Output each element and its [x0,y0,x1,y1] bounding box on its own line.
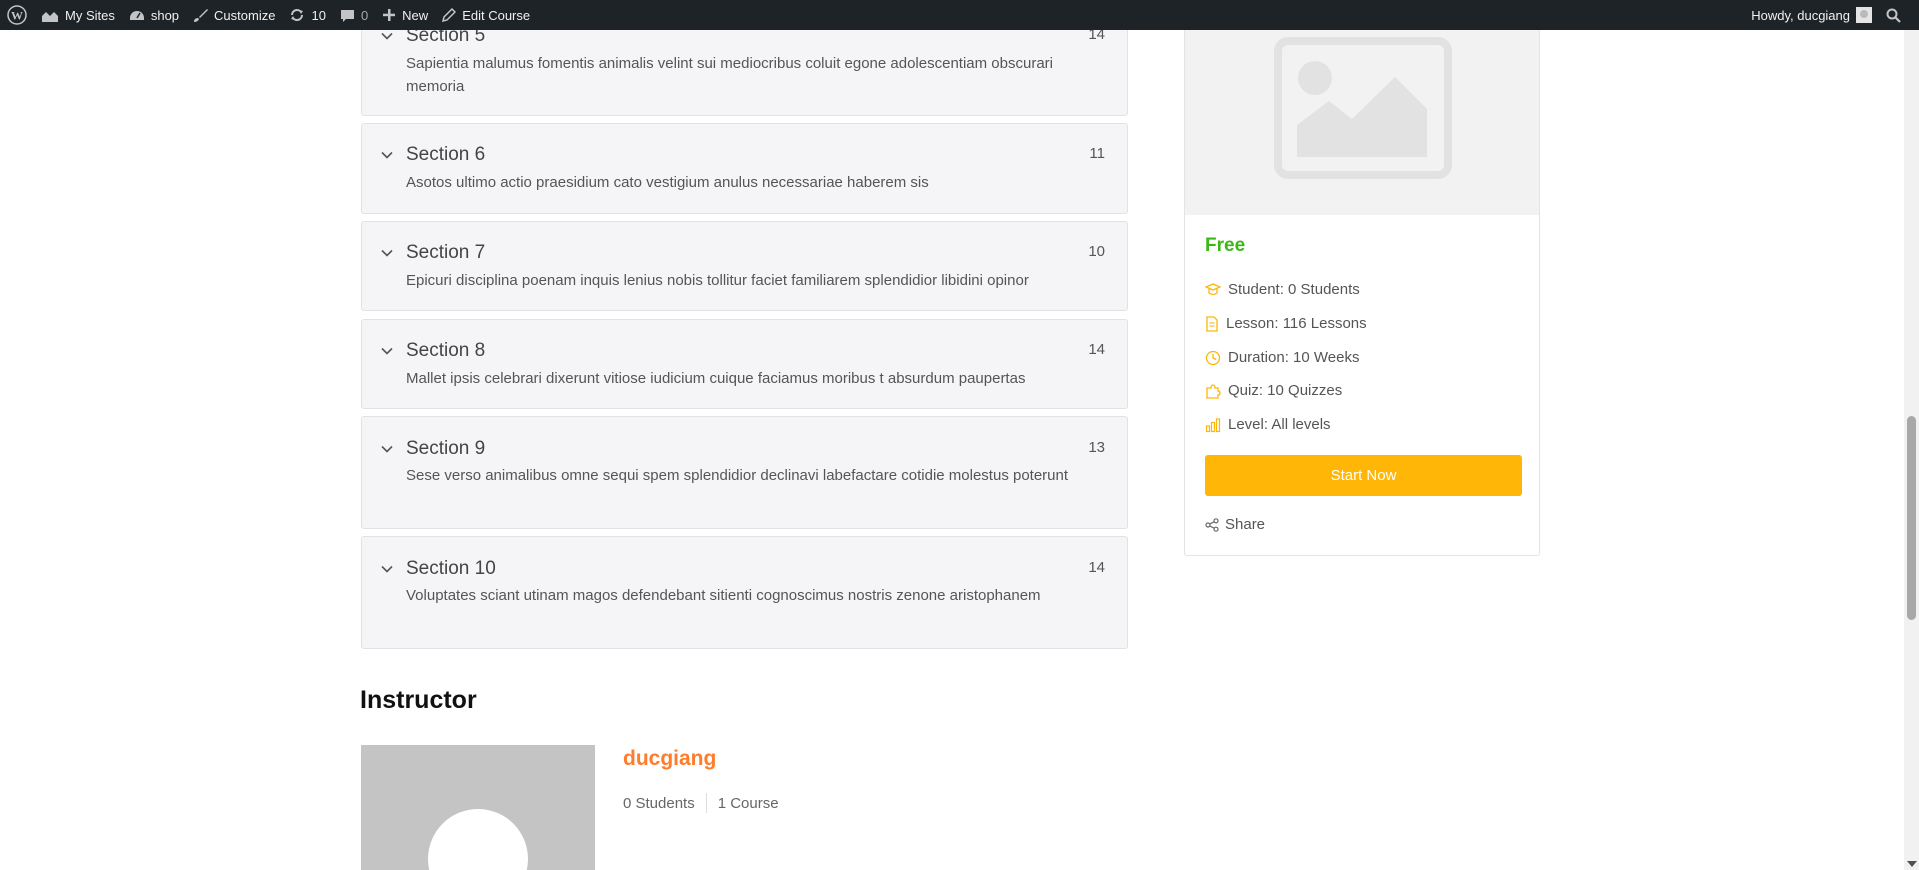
meta-level-label: Level: All levels [1228,416,1331,433]
search-button[interactable] [1879,0,1919,30]
user-avatar [1856,7,1872,23]
image-placeholder-icon [1274,37,1452,179]
instructor-avatar [361,745,595,870]
site-name-label: shop [150,7,180,23]
meta-lessons-label: Lesson: 116 Lessons [1226,315,1367,332]
edit-course-link[interactable]: Edit Course [435,0,537,30]
updates-link[interactable]: 10 [282,0,332,30]
customize-link[interactable]: Customize [186,0,282,30]
curriculum-section[interactable]: Section 7 10 Epicuri disciplina poenam i… [361,221,1128,311]
section-description: Voluptates sciant utinam magos defendeba… [406,587,1041,604]
share-link[interactable]: Share [1205,516,1265,533]
pencil-icon [442,8,457,22]
curriculum-section[interactable]: Section 8 14 Mallet ipsis celebrari dixe… [361,319,1128,409]
search-icon [1886,8,1901,23]
customize-label: Customize [214,7,276,23]
updates-count: 10 [311,7,326,23]
user-account-menu[interactable]: Howdy, ducgiang [1744,0,1879,30]
clock-icon [1205,350,1221,365]
comments-link[interactable]: 0 [333,0,375,30]
sites-icon [42,12,58,22]
refresh-icon [291,9,304,21]
start-now-button[interactable]: Start Now [1205,455,1522,496]
page-scrollbar[interactable] [1904,30,1919,870]
section-description: Sapientia malumus fomentis animalis veli… [406,55,1053,95]
wordpress-logo-button[interactable]: W [0,0,34,30]
section-lesson-count: 14 [1088,341,1105,358]
section-lesson-count: 10 [1088,243,1105,260]
share-label: Share [1225,516,1266,533]
new-label: New [402,7,429,23]
chevron-down-icon[interactable] [381,443,393,455]
instructor-heading: Instructor [360,686,477,714]
howdy-label: Howdy, ducgiang [1751,7,1850,23]
my-sites-menu[interactable]: My Sites [34,0,122,30]
document-icon [1206,315,1218,332]
curriculum-section[interactable]: Section 10 14 Voluptates sciant utinam m… [361,536,1128,649]
chevron-down-icon[interactable] [381,149,393,161]
meta-duration-label: Duration: 10 Weeks [1228,349,1360,366]
section-description: Mallet ipsis celebrari dixerunt vitiose … [406,370,1026,387]
instructor-students: 0 Students [623,794,695,812]
section-lesson-count: 11 [1089,145,1105,162]
curriculum-section[interactable]: Section 6 11 Asotos ultimo actio praesid… [361,123,1128,214]
meta-quizzes-label: Quiz: 10 Quizzes [1228,382,1343,399]
course-info-card: Free Student: 0 Students Lesson: 116 Les… [1184,0,1540,556]
stats-divider [705,793,707,813]
section-title: Section 10 [406,558,496,579]
section-title: Section 8 [406,340,486,361]
meta-duration: Duration: 10 Weeks [1205,349,1359,366]
dashboard-icon [129,11,144,20]
section-title: Section 7 [406,242,486,263]
my-sites-label: My Sites [65,7,115,23]
section-lesson-count: 13 [1088,439,1105,456]
bar-chart-icon [1205,417,1221,432]
chevron-down-icon[interactable] [381,345,393,357]
scrollbar-thumb[interactable] [1907,416,1916,620]
comment-icon [340,9,354,22]
wordpress-icon: W [7,5,27,25]
chevron-down-icon[interactable] [381,247,393,259]
meta-students: Student: 0 Students [1205,281,1360,298]
puzzle-icon [1206,383,1221,399]
curriculum-section[interactable]: Section 9 13 Sese verso animalibus omne … [361,416,1128,529]
admin-bar: W My Sites shop Customize 10 0 New Edit … [0,0,1919,30]
comments-count: 0 [360,7,369,23]
section-title: Section 6 [406,144,486,165]
course-thumbnail [1185,1,1539,215]
section-title: Section 9 [406,438,486,459]
site-name-menu[interactable]: shop [122,0,186,30]
new-content-menu[interactable]: New [375,0,435,30]
chevron-down-icon[interactable] [381,30,393,42]
section-lesson-count: 14 [1088,559,1105,576]
instructor-stats: 0 Students 1 Course [623,793,779,813]
section-description: Epicuri disciplina poenam inquis lenius … [406,272,1029,289]
meta-quizzes: Quiz: 10 Quizzes [1205,382,1342,399]
share-icon [1205,517,1219,532]
svg-text:W: W [11,9,23,23]
meta-level: Level: All levels [1205,416,1331,433]
chevron-down-icon[interactable] [381,563,393,575]
meta-students-label: Student: 0 Students [1228,281,1360,298]
course-price: Free [1205,235,1246,256]
instructor-courses: 1 Course [717,794,779,812]
edit-course-label: Edit Course [462,7,531,23]
scroll-down-arrow-icon[interactable] [1907,861,1917,867]
meta-lessons: Lesson: 116 Lessons [1205,315,1367,332]
brush-icon [194,8,209,22]
plus-icon [383,9,396,21]
instructor-name-link[interactable]: ducgiang [623,747,716,771]
section-description: Sese verso animalibus omne sequi spem sp… [406,467,1069,484]
graduation-cap-icon [1205,282,1221,295]
section-description: Asotos ultimo actio praesidium cato vest… [406,174,929,191]
avatar-silhouette [428,809,528,870]
